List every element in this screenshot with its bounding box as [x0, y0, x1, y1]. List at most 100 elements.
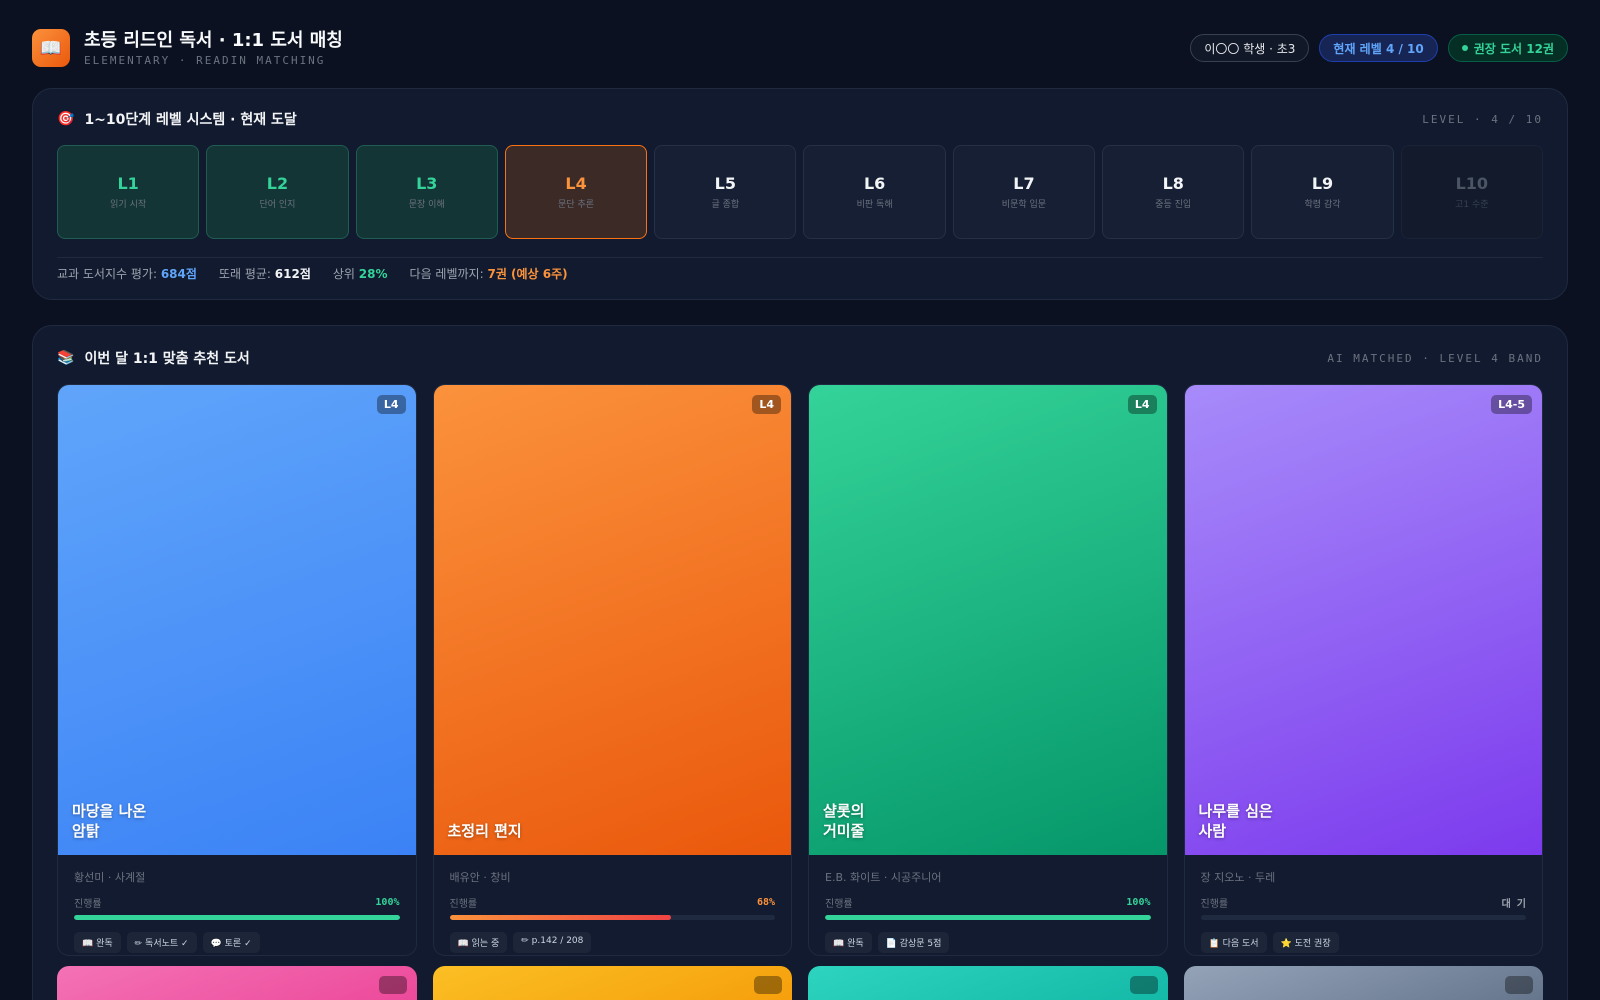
book-chip: ⭐ 도전 권장: [1272, 932, 1339, 953]
level-panel-title: 1~10단계 레벨 시스템 · 현재 도달: [84, 112, 297, 128]
book-grid-next-row: [57, 966, 1543, 1000]
app-subtitle: ELEMENTARY · READIN MATCHING: [84, 53, 326, 67]
level-name: 문단 추론: [558, 200, 595, 210]
level-card-l5[interactable]: L5 글 종합: [654, 145, 797, 239]
level-card-l4[interactable]: L4 문단 추론: [504, 145, 648, 239]
book-chip: ✏ 독서노트 ✓: [126, 932, 197, 953]
level-stats: 교과 도서지수 평가: 684점 또래 평균: 612점 상위 28% 다음 레…: [57, 257, 1543, 282]
level-card-l6[interactable]: L6 비판 독해: [803, 145, 946, 239]
level-badge: L4-5: [1491, 395, 1532, 414]
target-icon: 🎯: [57, 111, 75, 127]
book-chips: 📋 다음 도서 ⭐ 도전 권장: [1200, 932, 1527, 953]
stat-score: 교과 도서지수 평가: 684점: [57, 265, 197, 282]
student-pill[interactable]: 이〇〇 학생 · 초3: [1190, 34, 1310, 62]
stat-average-label: 또래 평균:: [218, 267, 271, 281]
level-name: 학령 감각: [1304, 200, 1341, 210]
recommended-books-pill[interactable]: 권장 도서 12권: [1447, 34, 1568, 62]
book-author: 장 지오노 · 두레: [1200, 871, 1276, 884]
progress-bar: [449, 915, 775, 920]
level-name: 읽기 시작: [110, 200, 147, 210]
recommended-books-panel: 📚 이번 달 1:1 맞춤 추천 도서 AI MATCHED · LEVEL 4…: [32, 325, 1568, 1000]
level-badge: L4: [752, 395, 781, 414]
book-card[interactable]: L4-5 나무를 심은 사람장 지오노 · 두레진행률 대 기 📋 다음 도서 ⭐ 도전…: [1183, 384, 1543, 956]
stat-average: 또래 평균: 612점: [219, 265, 311, 282]
book-title: 샬롯의 거미줄: [823, 802, 865, 840]
book-card[interactable]: L4 초정리 편지 배유안 · 창비 진행률 68% 📖 읽는 중 ✏ p.142 / 20…: [432, 384, 792, 956]
level-badge: L4: [376, 395, 406, 414]
current-level-pill[interactable]: 현재 레벨 4 / 10: [1319, 34, 1438, 62]
stat-rank-label: 상위: [332, 267, 355, 281]
book-card-peek[interactable]: [57, 966, 417, 1000]
level-card-l10[interactable]: L10 고1 수준: [1400, 145, 1543, 239]
book-grid: L4 마당을 나온 암탉황선미 · 사계절진행률 100% 📖 완독 ✏ 독서노트 ✓ 💬…: [57, 384, 1543, 956]
book-info: 황선미 · 사계절 진행률 100% 📖 완독 ✏ 독서노트 ✓ 💬 토론 ✓: [58, 855, 416, 955]
progress-percent: 68%: [756, 897, 775, 908]
recommended-books-label: 권장 도서 12권: [1473, 41, 1554, 56]
book-chips: 📖 읽는 중 ✏ p.142 / 208: [449, 932, 776, 953]
level-card-l1[interactable]: L1 읽기 시작: [57, 145, 200, 239]
progress-percent: 100%: [375, 897, 400, 908]
status-dot-icon: [1461, 45, 1468, 51]
level-card-l3[interactable]: L3 문장 이해: [355, 145, 498, 239]
progress-percent: 100%: [1126, 897, 1151, 908]
book-cover[interactable]: L4 마당을 나온 암탉: [58, 385, 416, 855]
book-cover[interactable]: L4 샬롯의 거미줄: [809, 385, 1167, 855]
level-card-l7[interactable]: L7 비문학 입문: [952, 145, 1096, 239]
book-card[interactable]: L4 샬롯의 거미줄 E.B. 화이트 · 시공주니어진행률 100% 📖 완독 📄 감상…: [808, 384, 1168, 956]
book-info: E.B. 화이트 · 시공주니어진행률 100% 📖 완독 📄 감상문 5점: [809, 855, 1167, 955]
progress-label: 진행률: [825, 899, 853, 910]
level-code: L5: [714, 174, 736, 193]
book-chip: 📖 완독: [825, 932, 872, 953]
level-code: L8: [1162, 174, 1184, 193]
book-author: 배유안 · 창비: [449, 871, 511, 884]
level-name: 비판 독해: [856, 200, 893, 210]
level-name: 문장 이해: [408, 200, 445, 210]
progress-label: 진행률: [1200, 899, 1229, 910]
level-badge: [754, 976, 782, 994]
book-info: 장 지오노 · 두레진행률 대 기 📋 다음 도서 ⭐ 도전 권장: [1185, 855, 1543, 955]
book-card-peek[interactable]: [808, 966, 1168, 1000]
stat-rank-value: 28%: [358, 267, 388, 281]
level-name: 중등 진입: [1155, 200, 1192, 210]
level-code: L9: [1311, 174, 1334, 193]
book-icon: 📖: [32, 29, 70, 67]
book-card-peek[interactable]: [1183, 966, 1543, 1000]
level-card-l8[interactable]: L8 중등 진입: [1102, 145, 1245, 239]
books-panel-header: 📚 이번 달 1:1 맞춤 추천 도서 AI MATCHED · LEVEL 4…: [57, 348, 1543, 368]
book-chip: 📄 감상문 5점: [877, 932, 950, 953]
level-panel-tag: LEVEL · 4 / 10: [1422, 112, 1543, 126]
book-cover[interactable]: L4 초정리 편지: [433, 385, 791, 855]
stat-next-level: 다음 레벨까지: 7권 (예상 6주): [410, 265, 568, 282]
stat-score-value: 684점: [160, 267, 197, 281]
stat-next-value: 7권 (예상 6주): [487, 267, 568, 281]
book-author: 황선미 · 사계절: [74, 871, 146, 884]
level-code: L6: [863, 174, 886, 193]
books-icon: 📚: [57, 350, 75, 366]
book-chips: 📖 완독 📄 감상문 5점: [825, 932, 1151, 953]
book-chips: 📖 완독 ✏ 독서노트 ✓ 💬 토론 ✓: [74, 932, 400, 953]
stat-next-label: 다음 레벨까지:: [409, 267, 484, 281]
level-code: L1: [117, 174, 139, 193]
books-panel-tag: AI MATCHED · LEVEL 4 BAND: [1327, 351, 1543, 365]
book-cover[interactable]: L4-5 나무를 심은 사람: [1184, 385, 1542, 855]
level-system-panel: 🎯 1~10단계 레벨 시스템 · 현재 도달 LEVEL · 4 / 10 L…: [32, 88, 1568, 300]
book-chip: 📋 다음 도서: [1200, 932, 1267, 953]
progress-bar: [74, 915, 400, 920]
level-card-l9[interactable]: L9 학령 감각: [1251, 145, 1394, 239]
book-card[interactable]: L4 마당을 나온 암탉 황선미 · 사계절 진행률 100% 📖 완독 ✏ 독서노트 ✓ 💬…: [57, 384, 417, 956]
level-badge: [1129, 976, 1158, 994]
book-card-peek[interactable]: [432, 966, 792, 1000]
level-name: 비문학 입문: [1001, 200, 1047, 210]
progress-percent: 대 기: [1501, 899, 1526, 910]
book-title: 초정리 편지: [447, 822, 522, 840]
book-chip: 📖 완독: [74, 932, 121, 953]
level-code: L2: [266, 174, 289, 193]
progress-fill: [449, 915, 671, 920]
book-title: 나무를 심은 사람: [1198, 802, 1273, 840]
level-code: L10: [1455, 174, 1489, 193]
level-badge: L4: [1127, 395, 1157, 414]
level-card-l2[interactable]: L2 단어 인지: [206, 145, 349, 239]
book-chip: ✏ p.142 / 208: [513, 932, 592, 953]
book-info: 배유안 · 창비 진행률 68% 📖 읽는 중 ✏ p.142 / 208: [434, 855, 792, 955]
book-author: E.B. 화이트 · 시공주니어: [825, 871, 942, 884]
